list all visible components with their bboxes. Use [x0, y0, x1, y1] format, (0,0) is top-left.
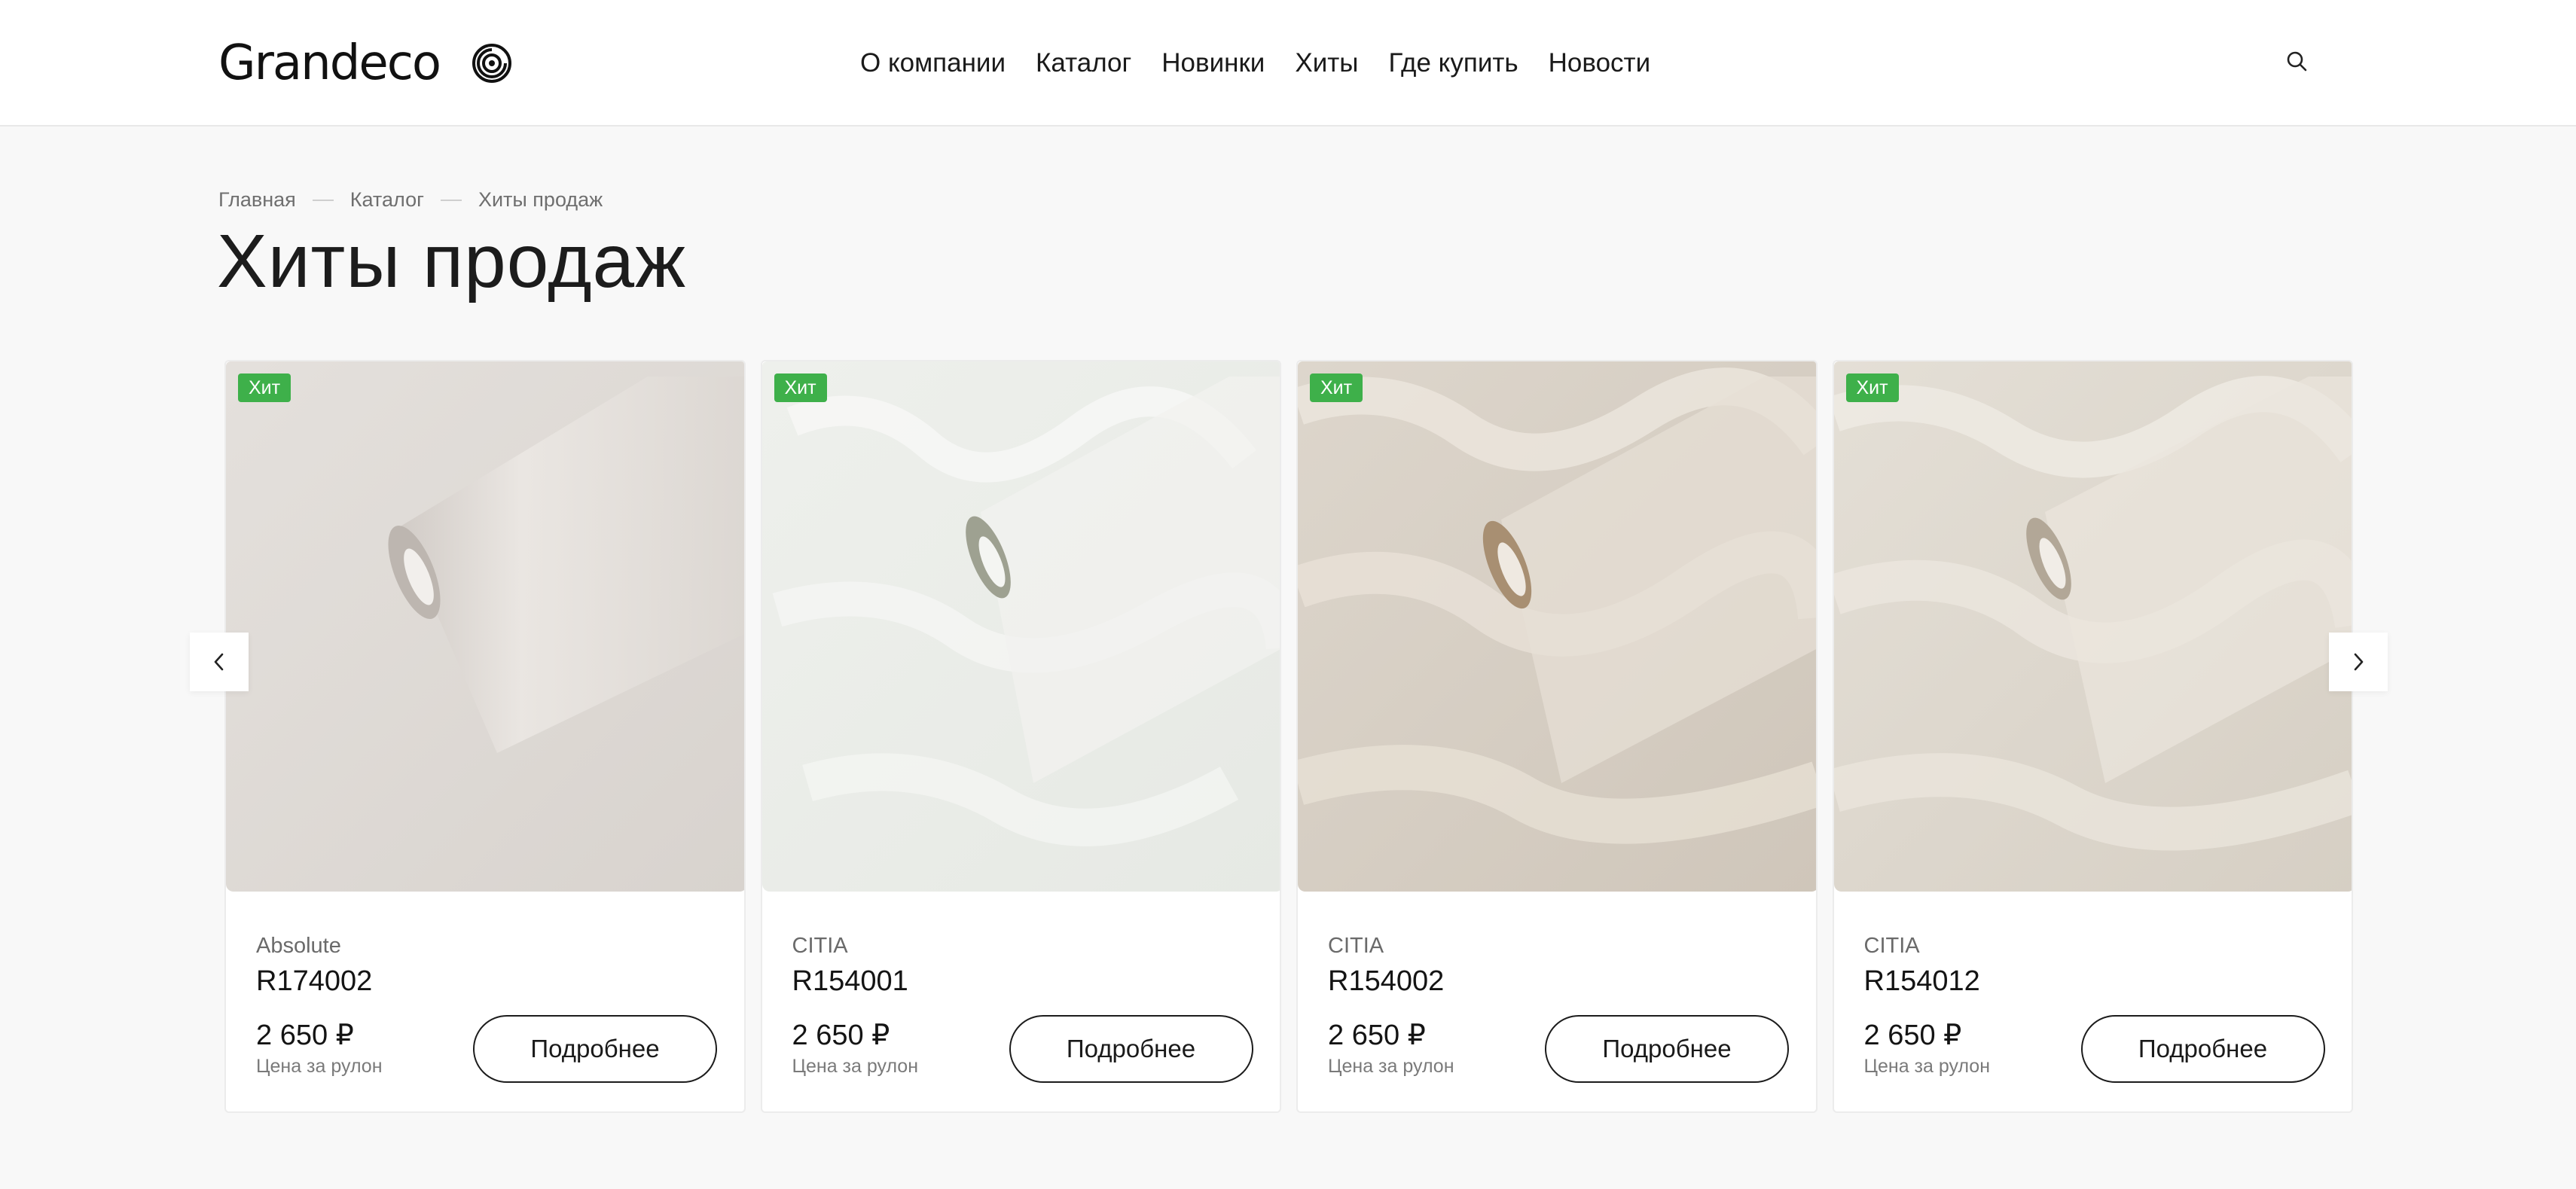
price-note: Цена за рулон [1328, 1056, 1454, 1077]
logo[interactable]: Grandeco [218, 32, 512, 95]
product-image[interactable]: Хит [1833, 361, 2352, 892]
product-sku[interactable]: R154001 [792, 965, 908, 998]
nav-item-new[interactable]: Новинки [1161, 48, 1265, 78]
site-header: Grandeco О компании Каталог Новинки Хиты… [0, 0, 2576, 127]
price-note: Цена за рулон [1863, 1056, 1991, 1077]
wallpaper-roll-image [1298, 361, 1816, 892]
product-card[interactable]: Хит CITIA R154002 2 650 ₽ Цена за рулон … [1296, 360, 1818, 1113]
product-collection: CITIA [792, 934, 848, 958]
nav-item-hits[interactable]: Хиты [1295, 48, 1358, 78]
product-card[interactable]: Хит CITIA R154001 2 650 ₽ Цена за рулон … [760, 360, 1281, 1113]
price-note: Цена за рулон [792, 1056, 919, 1077]
hit-badge: Хит [774, 373, 827, 402]
spiral-logo-icon [472, 44, 512, 83]
hit-badge: Хит [1310, 373, 1363, 402]
product-card[interactable]: Хит CITIA R154012 2 650 ₽ Цена за рулон … [1832, 360, 2353, 1113]
carousel-next-button[interactable] [2329, 633, 2388, 691]
wallpaper-roll-image [762, 361, 1280, 892]
product-price: 2 650 ₽ [256, 1020, 354, 1051]
nav-item-news[interactable]: Новости [1549, 48, 1651, 78]
chevron-left-icon [214, 653, 224, 671]
hit-badge: Хит [238, 373, 291, 402]
breadcrumb: Главная Каталог Хиты продаж [218, 188, 603, 212]
breadcrumb-separator [440, 199, 462, 201]
details-button[interactable]: Подробнее [1009, 1015, 1253, 1083]
details-button[interactable]: Подробнее [1545, 1015, 1789, 1083]
breadcrumb-separator [312, 199, 334, 201]
product-sku[interactable]: R154002 [1328, 965, 1444, 998]
nav-item-about[interactable]: О компании [860, 48, 1006, 78]
product-collection: CITIA [1328, 934, 1384, 958]
chevron-right-icon [2354, 653, 2364, 671]
product-image[interactable]: Хит [226, 361, 744, 892]
product-collection: Absolute [256, 934, 341, 958]
search-button[interactable] [2282, 47, 2312, 77]
wallpaper-roll-image [1833, 361, 2352, 892]
product-image[interactable]: Хит [1298, 361, 1816, 892]
product-price: 2 650 ₽ [792, 1020, 890, 1051]
nav-item-catalog[interactable]: Каталог [1036, 48, 1131, 78]
breadcrumb-current: Хиты продаж [478, 188, 603, 211]
product-card[interactable]: Хит Absolute R174002 2 650 ₽ Цена за рул… [224, 360, 746, 1113]
product-carousel: Хит Absolute R174002 2 650 ₽ Цена за рул… [224, 360, 2353, 1114]
breadcrumb-home[interactable]: Главная [218, 188, 296, 212]
search-icon [2287, 51, 2307, 72]
carousel-prev-button[interactable] [190, 633, 249, 691]
wallpaper-roll-image [226, 361, 744, 892]
product-sku[interactable]: R154012 [1864, 965, 1980, 998]
hit-badge: Хит [1845, 373, 1899, 402]
product-image[interactable]: Хит [762, 361, 1280, 892]
main-nav: О компании Каталог Новинки Хиты Где купи… [860, 41, 1650, 86]
price-note: Цена за рулон [256, 1056, 383, 1077]
details-button[interactable]: Подробнее [2080, 1015, 2325, 1083]
details-button[interactable]: Подробнее [473, 1015, 717, 1083]
product-price: 2 650 ₽ [1863, 1020, 1962, 1051]
breadcrumb-catalog[interactable]: Каталог [350, 188, 424, 212]
logo-text: Grandeco [218, 35, 441, 91]
product-price: 2 650 ₽ [1328, 1020, 1426, 1051]
nav-item-where-to-buy[interactable]: Где купить [1388, 48, 1518, 78]
page-title: Хиты продаж [217, 219, 687, 303]
product-sku[interactable]: R174002 [256, 965, 372, 998]
product-collection: CITIA [1863, 934, 1920, 958]
